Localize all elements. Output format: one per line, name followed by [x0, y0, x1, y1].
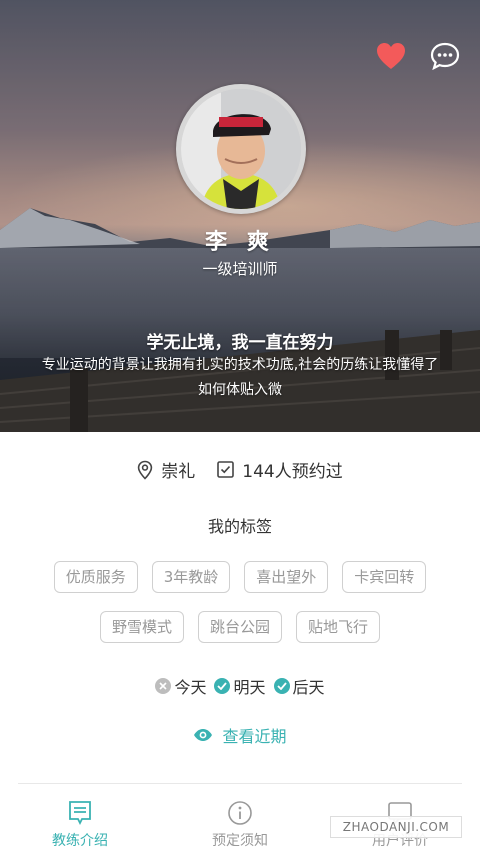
day-label: 后天 [292, 678, 325, 697]
tag: 跳台公园 [197, 611, 282, 643]
tag: 卡宾回转 [342, 561, 427, 593]
view-recent-button[interactable]: 查看近期 [0, 723, 480, 747]
tag: 优质服务 [53, 561, 138, 593]
coach-intro-icon [69, 801, 91, 826]
checkbox-icon [217, 461, 235, 478]
favorite-button[interactable] [371, 36, 411, 76]
tag: 贴地飞行 [296, 611, 381, 643]
info-icon [228, 801, 252, 825]
message-button[interactable] [425, 36, 465, 76]
divider [18, 783, 462, 784]
day-tomorrow[interactable]: 明天 [214, 674, 266, 698]
tag: 喜出望外 [244, 561, 329, 593]
location-info: 崇礼 [137, 457, 195, 482]
heart-icon [377, 43, 405, 69]
tab-label: 教练介绍 [52, 833, 108, 849]
coach-rank: 一级培训师 [202, 260, 278, 278]
location-text: 崇礼 [161, 462, 196, 482]
tab-booking-notice[interactable]: 预定须知 [160, 800, 320, 853]
available-check-icon [273, 678, 290, 694]
avatar-portrait [181, 89, 301, 209]
availability-row: 今天 明天 后天 [0, 674, 480, 698]
booking-info: 144人预约过 [217, 457, 343, 482]
eye-icon [194, 729, 213, 741]
coach-motto: 学无止境，我一直在努力 [146, 333, 334, 353]
tab-coach-intro[interactable]: 教练介绍 [0, 800, 160, 853]
watermark: ZHAODANJI.COM [330, 816, 462, 838]
unavailable-x-icon [155, 678, 172, 694]
tag: 3年教龄 [151, 561, 231, 593]
tag: 野雪模式 [99, 611, 184, 643]
coach-name: 李 爽 [205, 230, 275, 255]
day-after-tomorrow[interactable]: 后天 [273, 674, 325, 698]
coach-description: 专业运动的背景让我拥有扎实的技术功底,社会的历练让我懂得了如何体贴入微 [41, 357, 439, 398]
coach-meta: 崇礼 144人预约过 [0, 457, 480, 482]
day-label: 明天 [233, 678, 266, 697]
chat-bubble-icon [430, 42, 460, 70]
day-today[interactable]: 今天 [155, 674, 206, 698]
booking-count: 144人预约过 [242, 462, 343, 482]
view-recent-label: 查看近期 [222, 727, 287, 746]
tag-row-1: 优质服务 3年教龄 喜出望外 卡宾回转 [0, 561, 480, 593]
tag-row-2: 野雪模式 跳台公园 贴地飞行 [0, 611, 480, 643]
available-check-icon [214, 678, 231, 694]
tab-label: 预定须知 [212, 833, 268, 849]
tags-title: 我的标签 [207, 517, 272, 536]
location-pin-icon [138, 460, 153, 480]
coach-avatar[interactable] [176, 84, 306, 214]
day-label: 今天 [174, 678, 207, 697]
